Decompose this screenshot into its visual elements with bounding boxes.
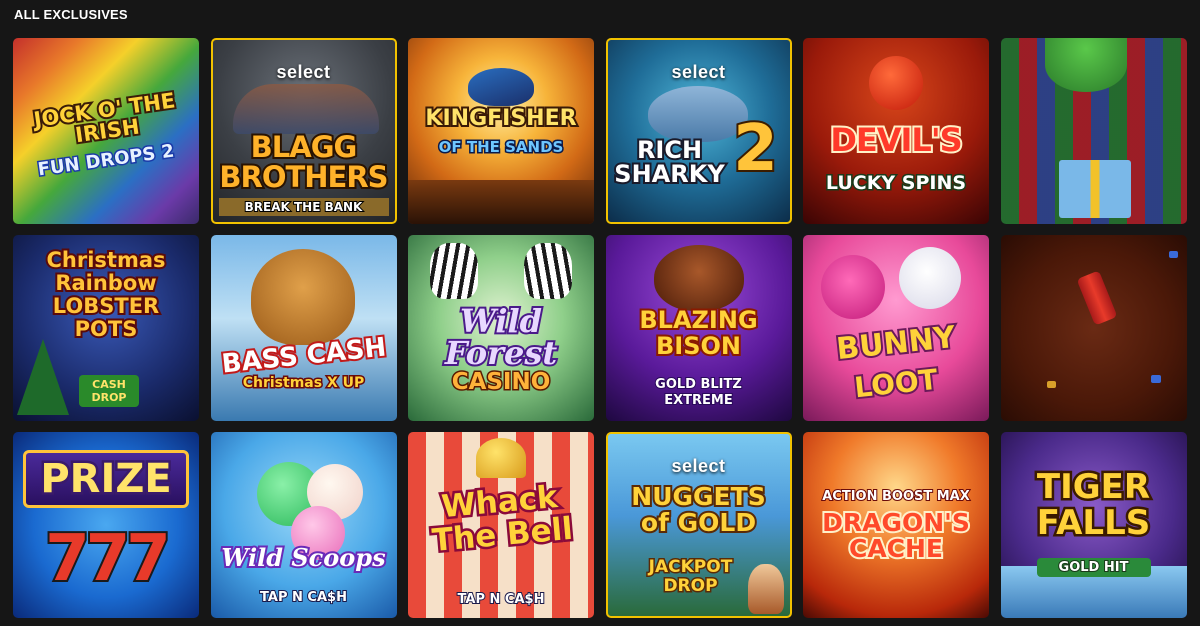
game-title: Wild Scoops: [219, 543, 387, 572]
bunny-illustration: [899, 247, 961, 309]
select-badge: select: [671, 62, 726, 82]
game-tile-devils-lucky-spins[interactable]: DEVIL'S LUCKY SPINS: [803, 38, 989, 224]
game-tile-lobster-pots[interactable]: Christmas Rainbow LOBSTER POTS CASH DROP: [13, 235, 199, 421]
game-subtitle: TAP N CA$H: [259, 589, 348, 606]
game-tile-mining-dynamite[interactable]: [1000, 235, 1187, 421]
game-title: TIGER FALLS: [1034, 467, 1152, 544]
game-tile-bass-cash-christmas[interactable]: BASS CASH Christmas X UP: [210, 235, 397, 421]
select-badge: select: [276, 62, 331, 82]
game-subtitle: CASH DROP: [79, 375, 139, 407]
character-illustration: [1044, 38, 1127, 92]
christmas-tree-illustration: [17, 339, 69, 415]
game-tile-whack-the-bell[interactable]: Whack The Bell TAP N CA$H: [408, 432, 594, 618]
miner-illustration: [747, 564, 784, 614]
gem-icon: [1168, 251, 1178, 258]
game-title: BASS CASH: [218, 330, 389, 381]
bird-illustration: [468, 68, 534, 106]
game-subtitle: CASINO: [450, 368, 552, 397]
game-title: ACTION BOOST MAX: [821, 489, 971, 504]
game-tile-blazing-bison[interactable]: BLAZING BISON GOLD BLITZ EXTREME: [605, 235, 792, 421]
game-title: KINGFISHER: [423, 106, 578, 132]
game-subtitle: 777: [43, 520, 173, 598]
game-subtitle: OF THE SANDS: [437, 137, 565, 158]
monster-illustration: [821, 255, 885, 319]
game-title: DEVIL'S: [828, 121, 964, 159]
game-subtitle: BREAK THE BANK: [218, 198, 389, 216]
game-subtitle: LUCKY SPINS: [824, 171, 967, 196]
game-subtitle: GOLD HIT: [1036, 558, 1151, 577]
game-tile-jock-o-the-irish[interactable]: JOCK O' THE IRISH FUN DROPS 2: [13, 38, 199, 224]
gem-icon: [1150, 375, 1161, 383]
zebra-left-illustration: [430, 243, 478, 299]
game-tile-christmas-gifts[interactable]: [1000, 38, 1187, 224]
game-tile-prize-777[interactable]: PRIZE 777: [13, 432, 199, 618]
select-badge: select: [671, 456, 726, 476]
game-title: Christmas Rainbow LOBSTER POTS: [44, 246, 167, 342]
game-title: RICH SHARKY: [612, 136, 726, 188]
game-title: BLAGG BROTHERS: [217, 130, 390, 195]
section-title: ALL EXCLUSIVES: [14, 7, 128, 22]
zebra-right-illustration: [524, 243, 572, 299]
game-tile-wild-forest-casino[interactable]: Wild Forest CASINO: [408, 235, 594, 421]
game-tile-kingfisher[interactable]: KINGFISHER OF THE SANDS: [408, 38, 594, 224]
game-subtitle: 2: [731, 110, 780, 188]
game-subtitle: GOLD BLITZ EXTREME: [654, 376, 743, 409]
game-tile-tiger-falls[interactable]: TIGER FALLS GOLD HIT: [1000, 432, 1187, 618]
game-tile-nuggets-of-gold[interactable]: select NUGGETS of GOLD JACKPOT DROP: [605, 432, 792, 618]
dynamite-icon: [1076, 270, 1117, 326]
bison-illustration: [653, 245, 744, 311]
game-tile-blagg-brothers[interactable]: select BLAGG BROTHERS BREAK THE BANK: [210, 38, 397, 224]
game-title: Wild Forest: [443, 302, 559, 372]
game-subtitle: Christmas X UP: [241, 374, 366, 393]
game-title: Whack The Bell: [428, 477, 577, 561]
game-title: NUGGETS of GOLD: [629, 482, 767, 538]
gift-box-icon: [1058, 160, 1131, 218]
game-title: BLAZING BISON: [637, 305, 759, 362]
game-subtitle: JACKPOT DROP: [647, 556, 734, 597]
game-subtitle: LOOT: [851, 361, 942, 407]
game-tile-bunny-loot[interactable]: BUNNY LOOT: [803, 235, 989, 421]
gem-icon: [1046, 381, 1056, 388]
dog-illustration: [250, 249, 355, 345]
characters-illustration: [232, 84, 379, 134]
game-subtitle: TAP N CA$H: [457, 591, 546, 608]
game-grid: JOCK O' THE IRISH FUN DROPS 2 select BLA…: [13, 38, 1187, 618]
game-subtitle: DRAGON'S CACHE: [820, 508, 972, 564]
game-tile-wild-scoops[interactable]: Wild Scoops TAP N CA$H: [210, 432, 397, 618]
bell-icon: [476, 438, 526, 478]
game-tile-rich-sharky-2[interactable]: select RICH SHARKY 2: [605, 38, 792, 224]
devil-illustration: [869, 56, 923, 110]
game-tile-dragons-cache[interactable]: ACTION BOOST MAX DRAGON'S CACHE: [803, 432, 989, 618]
game-title: PRIZE: [23, 450, 189, 508]
water-reflection: [408, 180, 594, 224]
